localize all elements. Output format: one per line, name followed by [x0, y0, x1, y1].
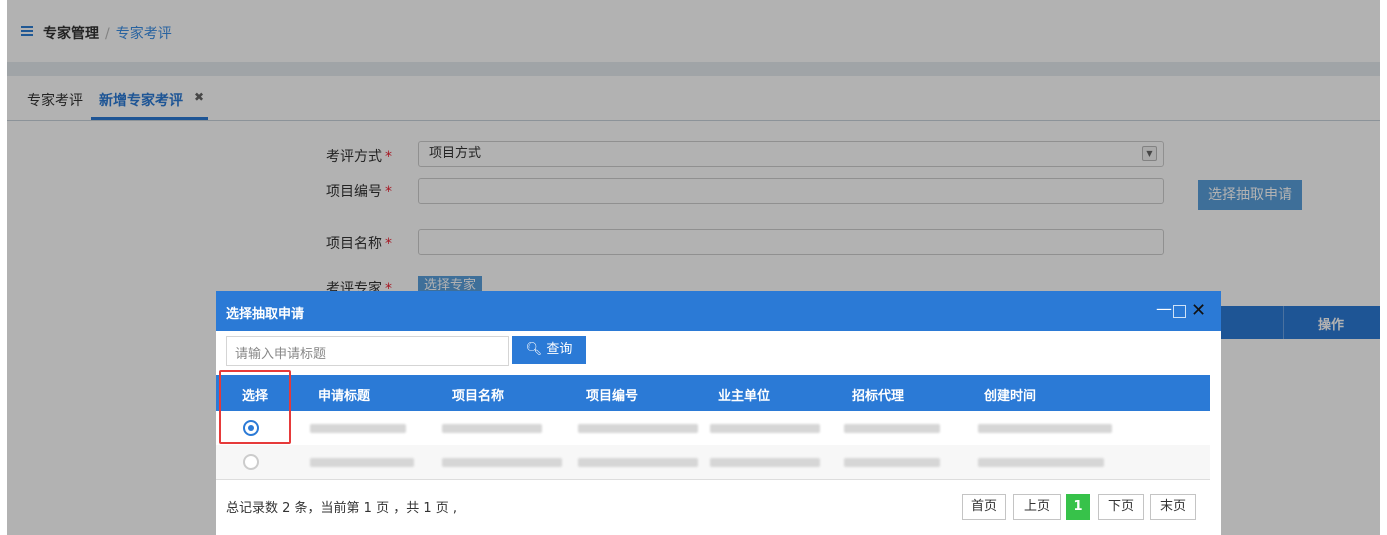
redacted-cell: [844, 424, 940, 433]
record-summary: 总记录数 2 条，当前第 1 页 ，共 1 页 ,: [226, 501, 458, 516]
selection-highlight-box: [219, 370, 291, 444]
redacted-cell: [710, 458, 820, 467]
redacted-cell: [442, 458, 562, 467]
redacted-cell: [442, 424, 542, 433]
query-button-label: 查询: [546, 342, 573, 357]
pager-last-button[interactable]: 末页: [1150, 494, 1196, 520]
redacted-cell: [578, 424, 698, 433]
col-project-no[interactable]: 项目编号: [586, 385, 638, 404]
col-project-name[interactable]: 项目名称: [452, 385, 504, 404]
redacted-cell: [310, 458, 414, 467]
search-input[interactable]: 请输入申请标题: [226, 336, 509, 366]
grid-header: 选择 申请标题 项目名称 项目编号 业主单位 招标代理 创建时间: [216, 375, 1210, 411]
table-row[interactable]: [216, 411, 1210, 445]
row-radio[interactable]: [243, 454, 259, 470]
query-button[interactable]: 🔍︎ 查询: [512, 336, 586, 364]
pager-next-button[interactable]: 下页: [1098, 494, 1144, 520]
search-placeholder: 请输入申请标题: [235, 347, 327, 362]
redacted-cell: [844, 458, 940, 467]
pager-first-button[interactable]: 首页: [962, 494, 1006, 520]
col-agent[interactable]: 招标代理: [852, 385, 904, 404]
close-icon[interactable]: ✕: [1191, 300, 1206, 321]
col-created-time[interactable]: 创建时间: [984, 385, 1036, 404]
redacted-cell: [978, 424, 1112, 433]
right-edge: [1380, 0, 1387, 535]
redacted-cell: [578, 458, 698, 467]
dialog-header: 选择抽取申请 — ✕: [216, 291, 1221, 331]
minimize-icon[interactable]: —: [1156, 299, 1172, 318]
redacted-cell: [710, 424, 820, 433]
select-apply-dialog: 选择抽取申请 — ✕ 请输入申请标题 🔍︎ 查询 选择 申请标题 项目名称 项目…: [216, 291, 1221, 535]
pager-prev-button[interactable]: 上页: [1013, 494, 1061, 520]
redacted-cell: [310, 424, 406, 433]
pager-current-page[interactable]: 1: [1066, 494, 1090, 520]
col-owner[interactable]: 业主单位: [718, 385, 770, 404]
dialog-title: 选择抽取申请: [226, 307, 305, 322]
redacted-cell: [978, 458, 1104, 467]
table-row[interactable]: [216, 445, 1210, 480]
search-icon: 🔍︎: [525, 342, 547, 357]
maximize-icon[interactable]: [1173, 305, 1186, 318]
left-edge: [0, 0, 7, 535]
col-apply-title[interactable]: 申请标题: [318, 385, 370, 404]
